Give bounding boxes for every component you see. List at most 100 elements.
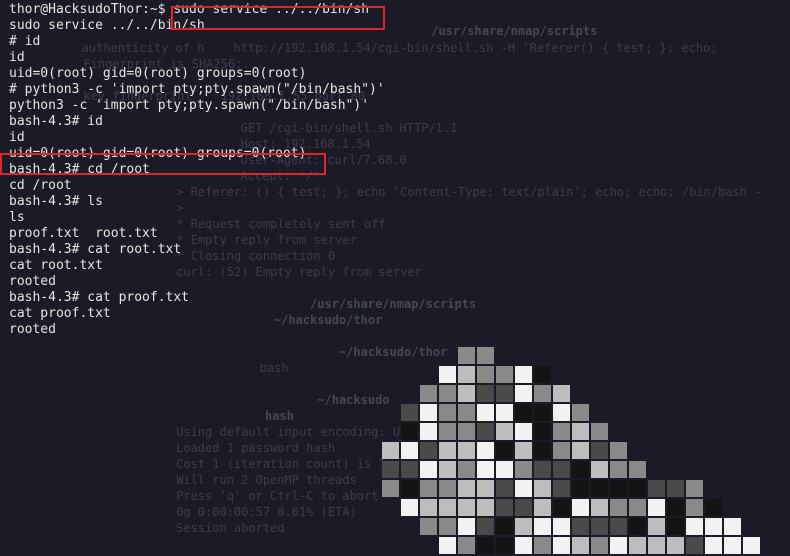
art-block <box>477 461 494 478</box>
art-block <box>439 366 456 383</box>
art-block <box>401 404 418 421</box>
art-block <box>686 518 703 535</box>
art-block <box>420 442 437 459</box>
art-block <box>458 461 475 478</box>
art-block <box>439 385 456 402</box>
bg-line: bash <box>180 361 289 375</box>
bg-line: ~/hacksudo <box>180 393 390 407</box>
art-block <box>572 442 589 459</box>
art-block <box>477 480 494 497</box>
art-block <box>477 404 494 421</box>
art-block <box>458 442 475 459</box>
art-block <box>648 499 665 516</box>
art-block <box>743 537 760 554</box>
art-block <box>458 404 475 421</box>
art-block <box>496 442 513 459</box>
terminal-line: rooted <box>9 322 56 337</box>
art-block <box>591 480 608 497</box>
art-block <box>534 442 551 459</box>
art-block <box>515 442 532 459</box>
art-block <box>496 423 513 440</box>
art-block <box>591 518 608 535</box>
art-block <box>686 480 703 497</box>
art-block <box>724 537 741 554</box>
terminal-line: id <box>9 130 25 145</box>
art-block <box>439 423 456 440</box>
art-block <box>477 366 494 383</box>
art-block <box>667 499 684 516</box>
art-block <box>515 366 532 383</box>
art-block <box>629 461 646 478</box>
art-block <box>420 423 437 440</box>
terminal-line: bash-4.3# ls <box>9 194 103 209</box>
art-block <box>572 404 589 421</box>
art-block <box>724 518 741 535</box>
art-block <box>458 366 475 383</box>
bg-line: hash <box>200 409 294 423</box>
art-block <box>667 480 684 497</box>
art-block <box>534 499 551 516</box>
art-block <box>458 423 475 440</box>
art-block <box>439 404 456 421</box>
terminal-line: bash-4.3# cat root.txt <box>9 242 182 257</box>
art-block <box>401 480 418 497</box>
art-block <box>572 423 589 440</box>
art-block <box>534 537 551 554</box>
art-block <box>458 385 475 402</box>
art-block <box>610 461 627 478</box>
terminal-line: # id <box>9 34 41 49</box>
art-block <box>534 385 551 402</box>
art-block <box>705 537 722 554</box>
art-block <box>515 499 532 516</box>
art-block <box>610 442 627 459</box>
art-block <box>401 461 418 478</box>
art-block <box>420 404 437 421</box>
art-block <box>420 461 437 478</box>
art-block <box>591 442 608 459</box>
art-block <box>458 518 475 535</box>
art-block <box>458 347 475 364</box>
art-block <box>439 518 456 535</box>
art-block <box>496 461 513 478</box>
art-block <box>439 461 456 478</box>
terminal-line: id <box>9 50 25 65</box>
art-block <box>572 480 589 497</box>
art-block <box>629 480 646 497</box>
terminal-line: ls <box>9 210 25 225</box>
art-block <box>477 442 494 459</box>
art-block <box>515 385 532 402</box>
art-block <box>648 518 665 535</box>
art-block <box>553 442 570 459</box>
art-block <box>420 518 437 535</box>
terminal-line: cat proof.txt <box>9 306 111 321</box>
art-block <box>534 461 551 478</box>
art-block <box>553 518 570 535</box>
art-block <box>648 480 665 497</box>
art-block <box>534 423 551 440</box>
art-block <box>496 499 513 516</box>
art-block <box>534 404 551 421</box>
art-block <box>515 480 532 497</box>
art-block <box>667 537 684 554</box>
art-block <box>496 404 513 421</box>
art-block <box>515 404 532 421</box>
art-block <box>439 499 456 516</box>
bg-line: Press 'q' or Ctrl-C to abort <box>140 489 379 503</box>
art-block <box>686 537 703 554</box>
art-block <box>496 385 513 402</box>
art-block <box>591 423 608 440</box>
art-block <box>496 366 513 383</box>
art-block <box>477 423 494 440</box>
ascii-art-image <box>382 347 760 554</box>
art-block <box>382 442 399 459</box>
art-block <box>534 518 551 535</box>
art-block <box>553 461 570 478</box>
art-block <box>496 518 513 535</box>
terminal-line: python3 -c 'import pty;pty.spawn("/bin/b… <box>9 98 370 113</box>
terminal-line: # python3 -c 'import pty;pty.spawn("/bin… <box>9 82 385 97</box>
art-block <box>477 385 494 402</box>
art-block <box>705 499 722 516</box>
art-block <box>553 423 570 440</box>
art-block <box>515 537 532 554</box>
art-block <box>401 499 418 516</box>
